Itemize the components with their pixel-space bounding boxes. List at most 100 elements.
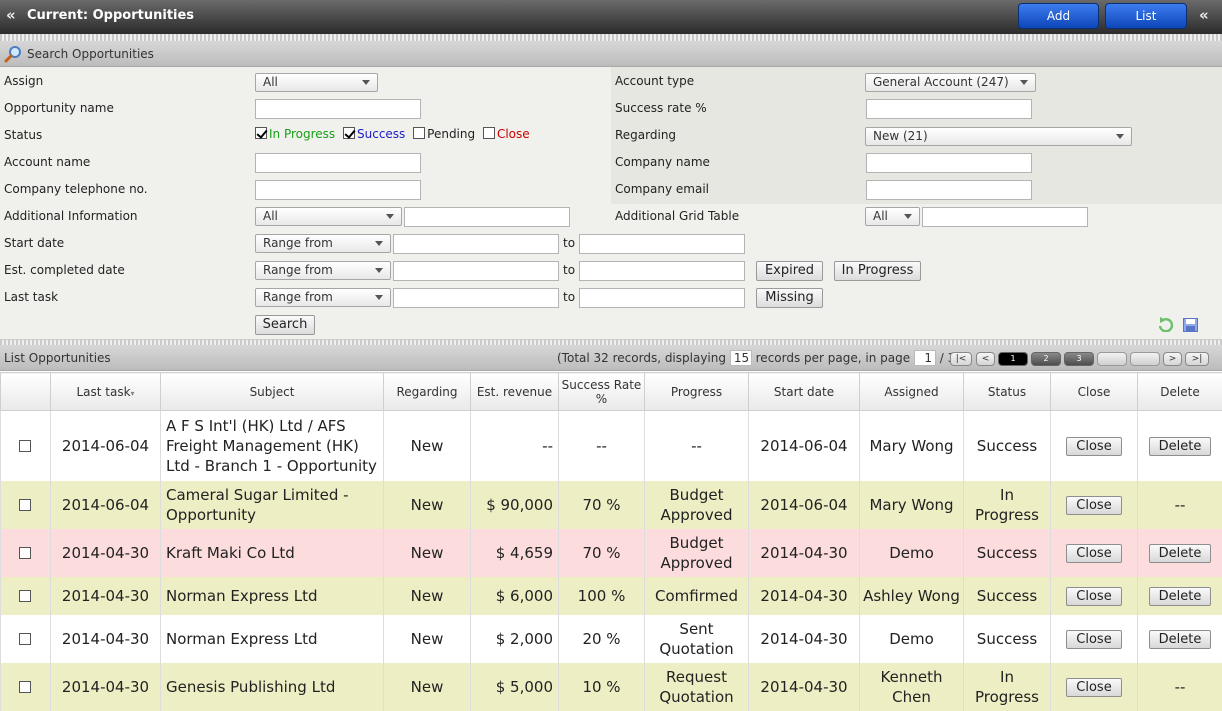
next-page-button[interactable]: > <box>1163 352 1182 366</box>
column-header-status[interactable]: Status <box>964 373 1051 411</box>
delete-row-button[interactable]: Delete <box>1149 544 1212 563</box>
row-select-checkbox[interactable] <box>19 499 31 511</box>
row-select-checkbox[interactable] <box>19 633 31 645</box>
close-row-button[interactable]: Close <box>1066 496 1121 515</box>
in-progress-button[interactable]: In Progress <box>834 261 921 281</box>
table-row[interactable]: 2014-04-30Norman Express LtdNew$ 6,00010… <box>1 577 1222 615</box>
success-rate-cell: 70 % <box>559 481 645 529</box>
first-page-button[interactable]: |< <box>950 352 972 366</box>
last-task-to-input[interactable] <box>579 288 745 308</box>
success-rate-cell: 10 % <box>559 663 645 711</box>
regarding-cell: New <box>384 615 471 663</box>
table-row[interactable]: 2014-06-04A F S Int'l (HK) Ltd / AFS Fre… <box>1 411 1222 481</box>
delete-cell: -- <box>1138 663 1222 711</box>
list-button[interactable]: List <box>1105 3 1187 29</box>
success-rate-cell: 70 % <box>559 529 645 577</box>
additional-information-select[interactable]: All <box>255 207 402 226</box>
expired-button[interactable]: Expired <box>756 261 823 281</box>
refresh-icon[interactable] <box>1157 317 1174 332</box>
row-select-checkbox[interactable] <box>19 547 31 559</box>
additional-grid-input[interactable] <box>922 207 1088 227</box>
status-pending-checkbox[interactable]: Pending <box>413 127 475 141</box>
subject-cell[interactable]: Genesis Publishing Ltd <box>161 663 384 711</box>
assign-select[interactable]: All <box>255 73 378 92</box>
column-header-success-rate[interactable]: Success Rate % <box>559 373 645 411</box>
column-header-assigned[interactable]: Assigned <box>860 373 964 411</box>
table-row[interactable]: 2014-04-30Kraft Maki Co LtdNew$ 4,65970 … <box>1 529 1222 577</box>
column-header-start-date[interactable]: Start date <box>749 373 860 411</box>
delete-row-button[interactable]: Delete <box>1149 437 1212 456</box>
close-row-button[interactable]: Close <box>1066 587 1121 606</box>
close-cell: Close <box>1051 529 1138 577</box>
divider <box>0 34 1222 41</box>
search-panel: Assign Opportunity name Status Account n… <box>0 67 1222 340</box>
start-date-to-input[interactable] <box>579 234 745 254</box>
collapse-left-icon[interactable]: « <box>6 6 16 24</box>
row-select-checkbox[interactable] <box>19 440 31 452</box>
start-date-cell: 2014-06-04 <box>749 481 860 529</box>
save-icon[interactable] <box>1183 318 1198 332</box>
search-button[interactable]: Search <box>255 315 315 335</box>
success-rate-cell: -- <box>559 411 645 481</box>
delete-row-button[interactable]: Delete <box>1149 630 1212 649</box>
close-row-button[interactable]: Close <box>1066 437 1121 456</box>
table-row[interactable]: 2014-04-30Genesis Publishing LtdNew$ 5,0… <box>1 663 1222 711</box>
start-date-range-select[interactable]: Range from <box>255 234 391 253</box>
column-header-last-task[interactable]: Last task▾ <box>51 373 161 411</box>
per-page-input[interactable]: 15 <box>730 350 752 366</box>
status-close-checkbox[interactable]: Close <box>483 127 530 141</box>
page-3-button[interactable]: 3 <box>1064 352 1094 366</box>
est-completed-from-input[interactable] <box>393 261 559 281</box>
close-row-button[interactable]: Close <box>1066 678 1121 697</box>
account-type-select[interactable]: General Account (247) <box>865 73 1036 92</box>
last-page-button[interactable]: >| <box>1185 352 1209 366</box>
column-header-regarding[interactable]: Regarding <box>384 373 471 411</box>
subject-cell[interactable]: Kraft Maki Co Ltd <box>161 529 384 577</box>
additional-information-input[interactable] <box>404 207 570 227</box>
status-label: Status <box>4 128 42 142</box>
select-all-header <box>1 373 51 411</box>
company-email-label: Company email <box>615 182 709 196</box>
account-name-input[interactable] <box>255 153 421 173</box>
last-task-range-select[interactable]: Range from <box>255 288 391 307</box>
regarding-select[interactable]: New (21) <box>865 127 1132 146</box>
est-completed-to-input[interactable] <box>579 261 745 281</box>
additional-grid-label: Additional Grid Table <box>615 209 739 223</box>
success-rate-input[interactable] <box>866 99 1032 119</box>
subject-cell[interactable]: Norman Express Ltd <box>161 577 384 615</box>
company-telephone-input[interactable] <box>255 180 421 200</box>
page-1-button[interactable]: 1 <box>998 352 1028 366</box>
delete-row-button[interactable]: Delete <box>1149 587 1212 606</box>
company-email-input[interactable] <box>866 180 1032 200</box>
additional-grid-select[interactable]: All <box>865 207 920 226</box>
subject-cell[interactable]: Cameral Sugar Limited - Opportunity <box>161 481 384 529</box>
start-date-from-input[interactable] <box>393 234 559 254</box>
column-header-est-revenue[interactable]: Est. revenue <box>471 373 559 411</box>
table-row[interactable]: 2014-06-04 Cameral Sugar Limited - Opport… <box>1 481 1222 529</box>
regarding-label: Regarding <box>615 128 676 142</box>
est-completed-range-select[interactable]: Range from <box>255 261 391 280</box>
subject-cell[interactable]: Norman Express Ltd <box>161 615 384 663</box>
opportunity-name-input[interactable] <box>255 99 421 119</box>
column-header-progress[interactable]: Progress <box>645 373 749 411</box>
company-name-input[interactable] <box>866 153 1032 173</box>
last-task-from-input[interactable] <box>393 288 559 308</box>
row-select-checkbox[interactable] <box>19 681 31 693</box>
account-name-label: Account name <box>4 155 90 169</box>
missing-button[interactable]: Missing <box>756 288 823 308</box>
subject-cell[interactable]: A F S Int'l (HK) Ltd / AFS Freight Manag… <box>161 411 384 481</box>
close-row-button[interactable]: Close <box>1066 544 1121 563</box>
table-row[interactable]: 2014-04-30Norman Express LtdNew$ 2,00020… <box>1 615 1222 663</box>
collapse-right-icon[interactable]: « <box>1199 6 1209 24</box>
page-2-button[interactable]: 2 <box>1031 352 1061 366</box>
delete-cell: -- <box>1138 481 1222 529</box>
status-success-checkbox[interactable]: Success <box>343 127 405 141</box>
column-header-subject[interactable]: Subject <box>161 373 384 411</box>
close-row-button[interactable]: Close <box>1066 630 1121 649</box>
close-cell: Close <box>1051 615 1138 663</box>
page-number-input[interactable]: 1 <box>914 350 936 366</box>
status-in-progress-checkbox[interactable]: In Progress <box>255 127 335 141</box>
add-button[interactable]: Add <box>1018 3 1099 29</box>
row-select-checkbox[interactable] <box>19 590 31 602</box>
prev-page-button[interactable]: < <box>976 352 995 366</box>
